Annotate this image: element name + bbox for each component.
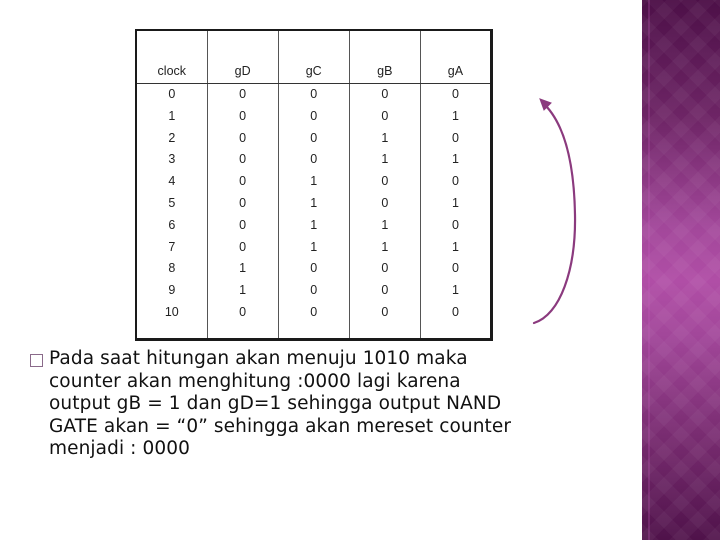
cell-gb: 0 (348, 105, 421, 128)
table-header-row: clock gD gC gB gA (135, 30, 493, 84)
cell-ga: 1 (419, 149, 493, 172)
cell-ga: 0 (419, 171, 493, 193)
cell-clock: 2 (135, 127, 208, 150)
table-row: 00000 (135, 83, 493, 106)
header-ga: gA (419, 30, 493, 84)
cell-gd: 0 (206, 301, 279, 324)
cell-ga: 1 (419, 280, 493, 302)
cell-gd: 0 (206, 214, 279, 237)
cell-ga: 0 (419, 83, 493, 106)
table-row: 70111 (135, 236, 493, 259)
cell-clock: 4 (135, 171, 208, 193)
cell-gd: 0 (206, 171, 279, 193)
bullet-item: Pada saat hitungan akan menuju 1010 maka… (28, 348, 628, 461)
cell-gc: 0 (277, 105, 350, 128)
cell-clock: 8 (135, 258, 208, 281)
cell-clock: 0 (135, 83, 208, 106)
cell-gd: 0 (206, 127, 279, 150)
cell-ga: 0 (419, 214, 493, 237)
cell-gc: 0 (277, 149, 350, 172)
cell-gc: 0 (277, 127, 350, 150)
cell-clock: 9 (135, 280, 208, 302)
table-row: 81000 (135, 258, 493, 281)
cell-ga: 0 (419, 258, 493, 281)
cell-gd: 1 (206, 258, 279, 281)
header-gc: gC (277, 30, 350, 84)
cell-gd: 0 (206, 105, 279, 128)
cell-gd: 0 (206, 149, 279, 172)
cell-clock: 5 (135, 192, 208, 215)
table-row: 20010 (135, 127, 493, 150)
cell-gc: 0 (277, 280, 350, 302)
cell-gb: 1 (348, 236, 421, 259)
table-row: 91001 (135, 280, 493, 302)
empty-cell (206, 323, 279, 340)
table-spacer-row (135, 323, 493, 340)
empty-cell (419, 323, 493, 340)
cell-gc: 1 (277, 171, 350, 193)
cell-gc: 0 (277, 301, 350, 324)
cell-clock: 3 (135, 149, 208, 172)
header-gb: gB (348, 30, 421, 84)
cell-gb: 1 (348, 127, 421, 150)
empty-cell (135, 323, 208, 340)
cell-gd: 0 (206, 236, 279, 259)
cell-clock: 1 (135, 105, 208, 128)
empty-cell (348, 323, 421, 340)
header-gd: gD (206, 30, 279, 84)
cell-ga: 1 (419, 236, 493, 259)
cell-clock: 10 (135, 301, 208, 324)
cell-ga: 0 (419, 127, 493, 150)
decorative-sidebar (642, 0, 720, 540)
reset-loop-arrow-icon (532, 98, 577, 325)
cell-ga: 1 (419, 192, 493, 215)
arrow-curve (532, 100, 577, 325)
cell-gb: 1 (348, 149, 421, 172)
cell-gb: 0 (348, 83, 421, 106)
table-row: 60110 (135, 214, 493, 237)
bullet-list: Pada saat hitungan akan menuju 1010 maka… (28, 348, 628, 461)
cell-gd: 1 (206, 280, 279, 302)
cell-gc: 1 (277, 192, 350, 215)
table-row: 50101 (135, 192, 493, 215)
slide: clock gD gC gB gA 0000010001200103001140… (0, 0, 720, 540)
counter-truth-table: clock gD gC gB gA 0000010001200103001140… (135, 29, 493, 341)
bullet-text: Pada saat hitungan akan menuju 1010 maka… (49, 348, 512, 459)
cell-gb: 0 (348, 192, 421, 215)
table-row: 10001 (135, 105, 493, 128)
cell-gb: 0 (348, 280, 421, 302)
cell-gc: 1 (277, 236, 350, 259)
cell-gc: 0 (277, 83, 350, 106)
cell-gd: 0 (206, 192, 279, 215)
table-row: 10 0 0 0 0 (135, 301, 493, 324)
cell-clock: 6 (135, 214, 208, 237)
table-row: 30011 (135, 149, 493, 172)
empty-cell (277, 323, 350, 340)
cell-ga: 1 (419, 105, 493, 128)
cell-clock: 7 (135, 236, 208, 259)
cell-gb: 0 (348, 301, 421, 324)
cell-gb: 0 (348, 258, 421, 281)
header-clock: clock (135, 30, 208, 84)
sidebar-stripe (648, 0, 650, 540)
hollow-square-bullet-icon (30, 354, 43, 367)
cell-gc: 1 (277, 214, 350, 237)
cell-gb: 0 (348, 171, 421, 193)
cell-ga: 0 (419, 301, 493, 324)
table-row: 40100 (135, 171, 493, 193)
cell-gc: 0 (277, 258, 350, 281)
table-body: 0000010001200103001140100501016011070111… (135, 83, 493, 340)
cell-gb: 1 (348, 214, 421, 237)
cell-gd: 0 (206, 83, 279, 106)
